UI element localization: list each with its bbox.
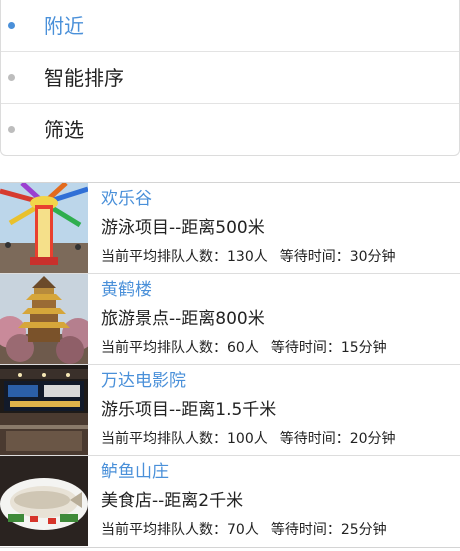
place-name[interactable]: 万达电影院 bbox=[101, 370, 186, 392]
wait-time: 等待时间：30分钟 bbox=[279, 249, 396, 265]
queue-count: 当前平均排队人数：100人 bbox=[101, 431, 268, 447]
place-list: 欢乐谷 游泳项目--距离500米 当前平均排队人数：130人等待时间：30分钟 bbox=[0, 182, 460, 548]
cinema-lobby-thumbnail bbox=[0, 365, 88, 455]
queue-info: 当前平均排队人数：130人 等待时间：30分钟 bbox=[101, 248, 396, 266]
filter-menu: 附近 智能排序 筛选 bbox=[0, 0, 460, 156]
wait-time: 等待时间：25分钟 bbox=[270, 522, 387, 538]
list-item[interactable]: 欢乐谷 游泳项目--距离500米 当前平均排队人数：130人 等待时间：30分钟 bbox=[0, 183, 460, 274]
place-description: 美食店--距离2千米 bbox=[101, 491, 244, 511]
queue-info: 当前平均排队人数：100人 等待时间：20分钟 bbox=[101, 430, 396, 448]
list-item[interactable]: 黄鹤楼 旅游景点--距离800米 当前平均排队人数：60人 等待时间：15分钟 bbox=[0, 274, 460, 365]
wait-time: 等待时间：15分钟 bbox=[270, 340, 387, 356]
queue-info: 当前平均排队人数：70人 等待时间：25分钟 bbox=[101, 521, 387, 539]
filter-label: 筛选 bbox=[44, 118, 84, 142]
bullet-dot-icon bbox=[8, 73, 15, 81]
bullet-dot-icon bbox=[8, 126, 15, 133]
amusement-ride-thumbnail bbox=[0, 183, 88, 273]
queue-count: 当前平均排队人数：130人 bbox=[101, 249, 268, 265]
filter-label: 附近 bbox=[44, 13, 84, 38]
place-description: 游泳项目--距离500米 bbox=[101, 218, 265, 238]
filter-nearby[interactable]: 附近 bbox=[1, 0, 459, 52]
list-item[interactable]: 鲈鱼山庄 美食店--距离2千米 当前平均排队人数：70人 等待时间：25分钟 bbox=[0, 456, 460, 547]
filter-screen[interactable]: 筛选 bbox=[1, 104, 459, 155]
queue-count: 当前平均排队人数：70人 bbox=[101, 522, 259, 538]
queue-info: 当前平均排队人数：60人 等待时间：15分钟 bbox=[101, 339, 387, 357]
pagoda-thumbnail bbox=[0, 274, 88, 364]
filter-smart-sort[interactable]: 智能排序 bbox=[1, 52, 459, 104]
place-name[interactable]: 黄鹤楼 bbox=[101, 279, 152, 301]
fish-dish-thumbnail bbox=[0, 456, 88, 546]
filter-label: 智能排序 bbox=[44, 65, 124, 90]
selected-dot-icon bbox=[8, 21, 15, 29]
place-description: 旅游景点--距离800米 bbox=[101, 309, 265, 329]
place-description: 游乐项目--距离1.5千米 bbox=[101, 400, 277, 420]
place-name[interactable]: 鲈鱼山庄 bbox=[101, 461, 169, 483]
queue-count: 当前平均排队人数：60人 bbox=[101, 340, 259, 356]
list-item[interactable]: 万达电影院 游乐项目--距离1.5千米 当前平均排队人数：100人 等待时间：20… bbox=[0, 365, 460, 456]
wait-time: 等待时间：20分钟 bbox=[279, 431, 396, 447]
place-name[interactable]: 欢乐谷 bbox=[101, 188, 152, 210]
